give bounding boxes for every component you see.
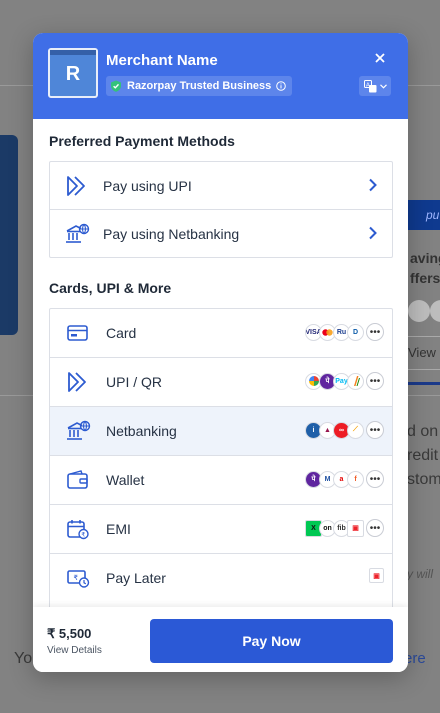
total-amount: ₹ 5,500: [47, 626, 92, 641]
card-network-badges: VISA Ru D •••: [305, 323, 384, 341]
pay-later-icon: ₹: [67, 570, 90, 588]
chevron-right-icon: [369, 178, 377, 192]
preferred-upi-label: Pay using UPI: [103, 177, 192, 194]
card-option[interactable]: Card VISA Ru D •••: [50, 309, 392, 358]
background-offer-badge: [430, 300, 440, 322]
more-methods-title: Cards, UPI & More: [49, 280, 172, 296]
background-tab: pu: [404, 200, 440, 230]
preferred-methods-title: Preferred Payment Methods: [49, 133, 235, 149]
translate-icon: A: [363, 79, 376, 92]
emi-calendar-icon: ₹: [67, 520, 89, 540]
preferred-upi-option[interactable]: Pay using UPI: [50, 162, 392, 210]
chevron-right-icon: [369, 226, 377, 240]
upi-qr-option[interactable]: UPI / QR पे Pay •••: [50, 358, 392, 407]
product-image: [0, 135, 18, 335]
verified-shield-icon: [111, 80, 121, 92]
pay-later-badges: ▣: [369, 568, 384, 583]
checkout-header: R Merchant Name Razorpay Trusted Busines…: [33, 33, 408, 119]
trusted-business-badge[interactable]: Razorpay Trusted Business: [106, 76, 293, 96]
background-text: stom: [407, 471, 440, 488]
emi-provider-badges: X on fib ▣ •••: [305, 519, 384, 537]
upi-qr-label: UPI / QR: [106, 374, 163, 390]
upi-icon: [67, 176, 85, 196]
background-heading: aving: [410, 250, 440, 266]
background-heading: ffers: [410, 270, 440, 286]
upi-app-badges: पे Pay •••: [305, 372, 384, 390]
background-offer-badge: [408, 300, 430, 322]
wallet-icon: [67, 470, 88, 489]
background-text: Yo: [14, 650, 33, 667]
pay-later-option[interactable]: ₹ Pay Later ▣: [50, 554, 392, 602]
diners-icon: D: [347, 323, 364, 341]
bhim-icon: [347, 372, 364, 390]
more-icon: •••: [366, 323, 384, 341]
payment-methods-list: Card VISA Ru D ••• UPI / QR पे Pay ••• N…: [49, 308, 393, 620]
freecharge-icon: f: [347, 470, 364, 488]
hdfc-icon: ▣: [369, 568, 384, 583]
merchant-name: Merchant Name: [106, 52, 218, 69]
svg-text:A: A: [366, 82, 370, 88]
background-accent-bar: [406, 382, 440, 385]
background-view-label: View: [408, 345, 436, 360]
emi-option[interactable]: ₹ EMI X on fib ▣ •••: [50, 505, 392, 554]
more-icon: •••: [366, 470, 384, 488]
bank-icon: [66, 223, 90, 243]
wallet-label: Wallet: [106, 472, 145, 488]
checkout-footer: ₹ 5,500 View Details Pay Now: [33, 607, 408, 672]
svg-text:₹: ₹: [81, 531, 85, 538]
logo-letter: R: [65, 63, 81, 85]
pay-later-label: Pay Later: [106, 570, 166, 586]
info-icon[interactable]: [276, 81, 287, 91]
preferred-methods-list: Pay using UPI Pay using Netbanking: [49, 161, 393, 258]
checkout-body: Preferred Payment Methods Pay using UPI: [33, 119, 408, 620]
preferred-netbanking-label: Pay using Netbanking: [103, 225, 240, 242]
background-text: y will: [407, 567, 433, 581]
card-label: Card: [106, 325, 137, 341]
checkout-modal: R Merchant Name Razorpay Trusted Busines…: [33, 33, 408, 672]
background-view-button: View: [403, 336, 440, 370]
card-icon: [67, 325, 88, 341]
bank-badges: i ▲ ∞ ⟋ •••: [305, 421, 384, 439]
netbanking-option[interactable]: Netbanking i ▲ ∞ ⟋ •••: [50, 407, 392, 456]
more-icon: •••: [366, 519, 384, 537]
wallet-option[interactable]: Wallet पे M a f •••: [50, 456, 392, 505]
upi-icon: [68, 372, 86, 392]
background-text: d on: [407, 423, 439, 440]
language-selector[interactable]: A: [359, 76, 391, 96]
pay-now-button[interactable]: Pay Now: [150, 619, 393, 663]
sbi-icon: ⟋: [347, 421, 364, 439]
more-icon: •••: [366, 421, 384, 439]
bank-icon: [67, 420, 91, 440]
emi-label: EMI: [106, 521, 131, 537]
more-icon: •••: [366, 372, 384, 390]
hdfc-icon: ▣: [347, 519, 364, 537]
trusted-business-label: Razorpay Trusted Business: [127, 80, 272, 92]
chevron-down-icon: [379, 83, 387, 89]
netbanking-label: Netbanking: [106, 423, 177, 439]
view-details-link[interactable]: View Details: [47, 645, 102, 656]
close-icon[interactable]: [372, 50, 388, 66]
payment-methods-sheet: Preferred Payment Methods Pay using UPI: [33, 119, 408, 620]
background-tab-text: pu: [426, 208, 440, 222]
wallet-badges: पे M a f •••: [305, 470, 384, 488]
merchant-logo: R: [48, 48, 98, 98]
background-text: redit: [407, 447, 439, 464]
svg-text:₹: ₹: [74, 574, 79, 582]
logo-bar: [50, 50, 96, 55]
preferred-netbanking-option[interactable]: Pay using Netbanking: [50, 210, 392, 257]
